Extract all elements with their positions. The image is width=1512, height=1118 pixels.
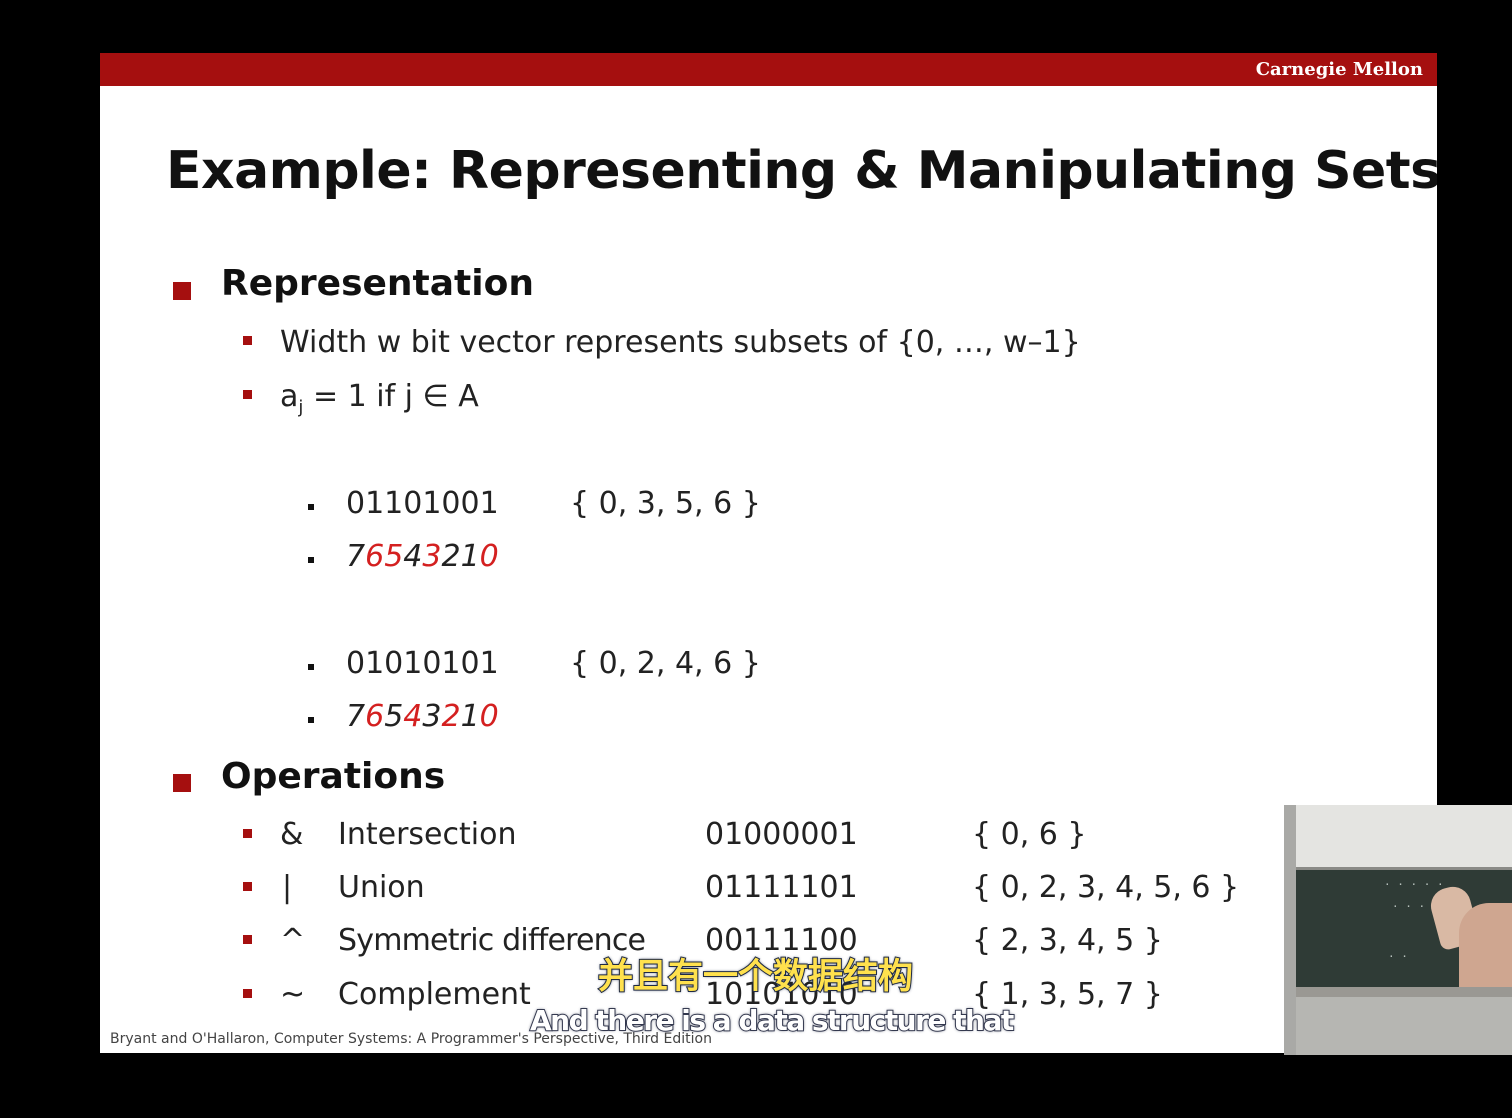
- operation-name: Intersection: [338, 817, 517, 852]
- bullet-square-icon: [243, 336, 252, 345]
- brand-logo-text: Carnegie Mellon: [1255, 59, 1423, 80]
- operation-name: Complement: [338, 977, 531, 1012]
- slide: Carnegie Mellon Example: Representing & …: [100, 53, 1437, 1053]
- operation-set: { 0, 6 }: [972, 817, 1087, 852]
- bullet-bit-vector: Width w bit vector represents subsets of…: [280, 325, 1081, 360]
- bit-index-digit: 3: [422, 539, 442, 574]
- video-ledge: [1292, 987, 1512, 997]
- bit-index-digit: 1: [460, 699, 480, 734]
- bit-index-digit: 7: [346, 699, 366, 734]
- bullet-membership: aj = 1 if j ∈ A: [280, 379, 479, 418]
- operation-symbol: ~: [280, 977, 306, 1012]
- operation-set: { 0, 2, 3, 4, 5, 6 }: [972, 870, 1240, 905]
- bit-index-digit: 0: [479, 699, 499, 734]
- slide-title: Example: Representing & Manipulating Set…: [166, 141, 1437, 201]
- bit-index-digit: 1: [460, 539, 480, 574]
- operation-symbol: ^: [280, 923, 306, 958]
- operation-bits: 01000001: [705, 817, 858, 852]
- header-bar: Carnegie Mellon: [100, 53, 1437, 86]
- subtitle-english: And there is a data structure that: [529, 1003, 1015, 1038]
- bullet-dot-icon: [308, 504, 314, 510]
- bullet-square-icon: [243, 882, 252, 891]
- video-lower-board: [1292, 997, 1512, 1055]
- bit-index-digit: 6: [365, 699, 385, 734]
- bit-index-digit: 0: [479, 539, 499, 574]
- example-2-set: { 0, 2, 4, 6 }: [570, 646, 761, 681]
- bit-index-digit: 2: [441, 539, 461, 574]
- bullet-dot-icon: [308, 664, 314, 670]
- bullet-square-icon: [243, 829, 252, 838]
- bullet-square-icon: [243, 390, 252, 399]
- operation-symbol: &: [280, 817, 304, 852]
- bit-index-digit: 4: [403, 699, 423, 734]
- operation-name: Union: [338, 870, 425, 905]
- operation-bits: 01111101: [705, 870, 858, 905]
- bit-index-digit: 4: [403, 539, 423, 574]
- example-2-bits: 01010101: [346, 646, 499, 681]
- bullet-dot-icon: [308, 557, 314, 563]
- bullet-square-icon: [243, 935, 252, 944]
- bullet-square-icon: [173, 282, 191, 300]
- video-post: [1284, 805, 1296, 1055]
- video-wall: [1284, 805, 1512, 867]
- bit-index-digit: 2: [441, 699, 461, 734]
- subtitle-chinese: 并且有一个数据结构: [597, 956, 914, 998]
- bit-index-digit: 6: [365, 539, 385, 574]
- example-2-bit-indices: 76543210: [346, 699, 499, 734]
- bit-index-digit: 3: [422, 699, 442, 734]
- example-1-bits: 01101001: [346, 486, 499, 521]
- example-1-bit-indices: 76543210: [346, 539, 499, 574]
- bit-index-digit: 5: [384, 539, 404, 574]
- bullet-dot-icon: [308, 717, 314, 723]
- operation-set: { 2, 3, 4, 5 }: [972, 923, 1163, 958]
- bullet-square-icon: [243, 989, 252, 998]
- bit-index-digit: 7: [346, 539, 366, 574]
- bit-index-digit: 5: [384, 699, 404, 734]
- section-heading-representation: Representation: [221, 263, 534, 304]
- bullet-square-icon: [173, 774, 191, 792]
- lecturer-video-thumbnail: · · · · · · · · · · ·: [1284, 805, 1512, 1055]
- section-heading-operations: Operations: [221, 756, 446, 797]
- operation-symbol: |: [282, 870, 293, 905]
- example-1-set: { 0, 3, 5, 6 }: [570, 486, 761, 521]
